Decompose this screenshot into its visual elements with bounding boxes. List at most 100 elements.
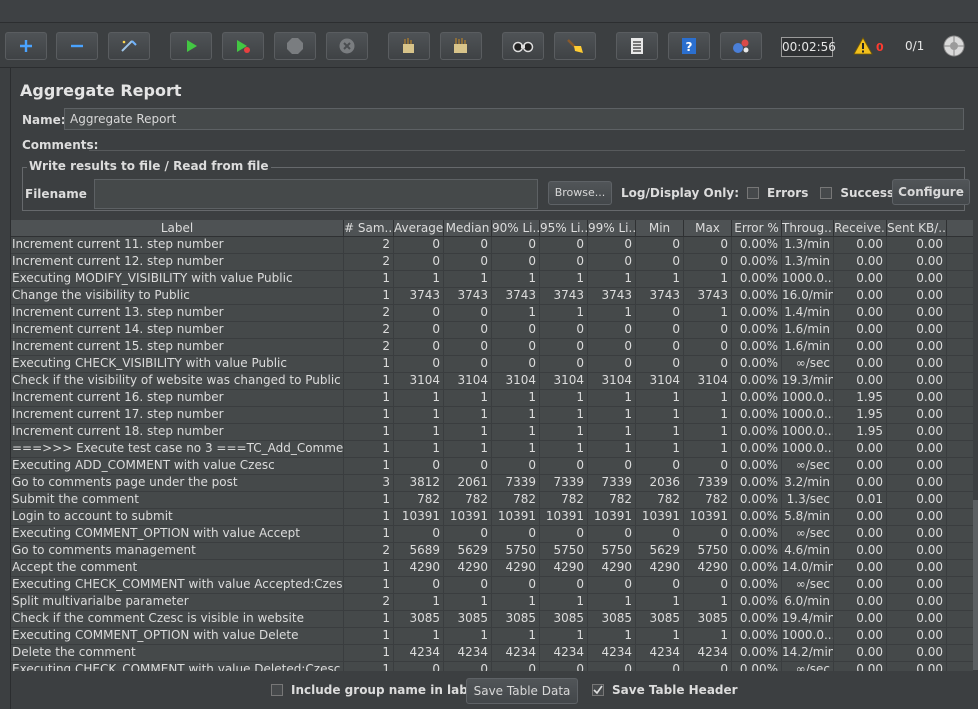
table-row[interactable]: Increment current 12. step number 2 0 0 0 0 0 0… (11, 254, 973, 271)
warning-indicator[interactable]: 0 (853, 37, 884, 58)
table-cell: Increment current 18. step number (11, 424, 344, 440)
table-row[interactable]: Increment current 13. step number 2 0 0 1 1 1 0… (11, 305, 973, 322)
column-header[interactable]: Min (636, 220, 684, 236)
table-row[interactable]: Increment current 16. step number 1 1 1 1 1 1 1… (11, 390, 973, 407)
errors-checkbox[interactable] (747, 187, 759, 199)
table-row[interactable]: Delete the comment 1 4234 4234 4234 4234 4234 4… (11, 645, 973, 662)
table-row[interactable]: Executing COMMENT_OPTION with value Dele… (11, 628, 973, 645)
table-cell: Increment current 17. step number (11, 407, 344, 423)
table-cell: 0.00 (887, 441, 947, 457)
table-row[interactable]: Executing MODIFY_VISIBILITY with value P… (11, 271, 973, 288)
table-row[interactable]: Accept the comment 1 4290 4290 4290 4290 4290 4… (11, 560, 973, 577)
column-header[interactable]: Max (684, 220, 732, 236)
table-cell: 0 (492, 458, 540, 474)
table-cell: 0.00 (834, 373, 887, 389)
table-cell: 3.2/min (782, 475, 834, 491)
save-table-header-checkbox[interactable] (592, 684, 604, 696)
table-row[interactable]: Executing COMMENT_OPTION with value Acce… (11, 526, 973, 543)
column-header[interactable]: Sent KB/... (887, 220, 947, 236)
column-header[interactable]: 99% Li... (588, 220, 636, 236)
comments-field[interactable] (89, 150, 965, 151)
table-row[interactable]: Check if the visibility of website was c… (11, 373, 973, 390)
table-cell: 3104 (444, 373, 492, 389)
table-cell: 19.3/min (782, 373, 834, 389)
remote-start-button[interactable] (720, 32, 762, 60)
table-cell: 5750 (684, 543, 732, 559)
function-helper-button[interactable] (616, 32, 658, 60)
table-row[interactable]: Executing CHECK_COMMENT with value Delet… (11, 662, 973, 671)
start-button[interactable] (170, 32, 212, 60)
table-row[interactable]: Increment current 17. step number 1 1 1 1 1 1 1… (11, 407, 973, 424)
shutdown-icon (338, 37, 356, 55)
table-cell: 5629 (636, 543, 684, 559)
table-row[interactable]: Split multivarialbe parameter 2 1 1 1 1 1 1 1 0.0… (11, 594, 973, 611)
table-cell: 4234 (540, 645, 588, 661)
splitter[interactable] (0, 68, 11, 709)
add-button[interactable] (5, 32, 47, 60)
successes-checkbox[interactable] (820, 187, 833, 199)
table-row[interactable]: Check if the comment Czesc is visible in… (11, 611, 973, 628)
search-button[interactable] (502, 32, 544, 60)
column-header[interactable]: Label (11, 220, 344, 236)
table-cell: 0 (394, 237, 444, 253)
start-no-pauses-button[interactable] (222, 32, 264, 60)
table-cell: 0.00 (887, 662, 947, 671)
filename-input[interactable] (94, 179, 538, 209)
table-row[interactable]: Executing CHECK_VISIBILITY with value Pu… (11, 356, 973, 373)
table-cell: 0 (444, 662, 492, 671)
save-table-data-button[interactable]: Save Table Data (466, 678, 578, 704)
remove-button[interactable] (56, 32, 98, 60)
toggle-button[interactable] (108, 32, 150, 60)
include-group-checkbox[interactable] (271, 684, 283, 696)
table-cell: 0 (394, 356, 444, 372)
column-header[interactable]: 95% Li... (540, 220, 588, 236)
table-cell: 1.95 (834, 407, 887, 423)
name-field[interactable]: Aggregate Report (64, 108, 964, 130)
column-header[interactable]: Receive... (834, 220, 887, 236)
table-row[interactable]: Executing ADD_COMMENT with value Czesc 1 0… (11, 458, 973, 475)
table-cell: Increment current 12. step number (11, 254, 344, 270)
table-cell: 4234 (444, 645, 492, 661)
comments-label: Comments: (22, 138, 99, 152)
stop-button[interactable] (274, 32, 316, 60)
table-row[interactable]: Go to comments page under the post 3 3812 2… (11, 475, 973, 492)
column-header[interactable]: Average (394, 220, 444, 236)
table-cell: 782 (684, 492, 732, 508)
table-row[interactable]: Increment current 14. step number 2 0 0 0 0 0 0… (11, 322, 973, 339)
table-cell: 7339 (684, 475, 732, 491)
column-header[interactable]: # Sam... (344, 220, 394, 236)
table-row[interactable]: Login to account to submit 1 10391 10391 103… (11, 509, 973, 526)
clear-button[interactable] (388, 32, 430, 60)
table-row[interactable]: Go to comments management 2 5689 5629 5750 57… (11, 543, 973, 560)
clear-all-button[interactable] (440, 32, 482, 60)
table-cell: 1000.0... (782, 407, 834, 423)
table-cell: 0 (394, 305, 444, 321)
table-cell: 2061 (444, 475, 492, 491)
table-row[interactable]: Increment current 15. step number 2 0 0 0 0 0 0… (11, 339, 973, 356)
reset-search-button[interactable] (554, 32, 596, 60)
configure-button[interactable]: Configure (892, 179, 970, 205)
help-button[interactable]: ? (668, 32, 710, 60)
browse-button[interactable]: Browse... (548, 181, 612, 205)
table-cell: 5.8/min (782, 509, 834, 525)
table-cell: 0.00% (732, 441, 782, 457)
table-cell: 3743 (492, 288, 540, 304)
table-cell: 1 (344, 628, 394, 644)
globe-icon (943, 35, 965, 60)
column-header[interactable]: Error % (732, 220, 782, 236)
column-header[interactable]: Throug... (782, 220, 834, 236)
table-row[interactable]: Executing CHECK_COMMENT with value Accep… (11, 577, 973, 594)
table-row[interactable]: Submit the comment 1 782 782 782 782 782 782 782… (11, 492, 973, 509)
column-header[interactable]: Median (444, 220, 492, 236)
table-row[interactable]: Increment current 11. step number 2 0 0 0 0 0 0… (11, 237, 973, 254)
table-cell: 4290 (444, 560, 492, 576)
table-row[interactable]: ===>>> Execute test case no 3 ===TC_Add_… (11, 441, 973, 458)
scrollbar-thumb[interactable] (973, 500, 978, 670)
table-cell: 1 (684, 271, 732, 287)
table-cell: 0.00% (732, 611, 782, 627)
table-row[interactable]: Increment current 18. step number 1 1 1 1 1 1 1… (11, 424, 973, 441)
shutdown-button[interactable] (326, 32, 368, 60)
column-header[interactable]: 90% Li... (492, 220, 540, 236)
table-row[interactable]: Change the visibility to Public 1 3743 3743… (11, 288, 973, 305)
table-cell: 0.00 (834, 662, 887, 671)
